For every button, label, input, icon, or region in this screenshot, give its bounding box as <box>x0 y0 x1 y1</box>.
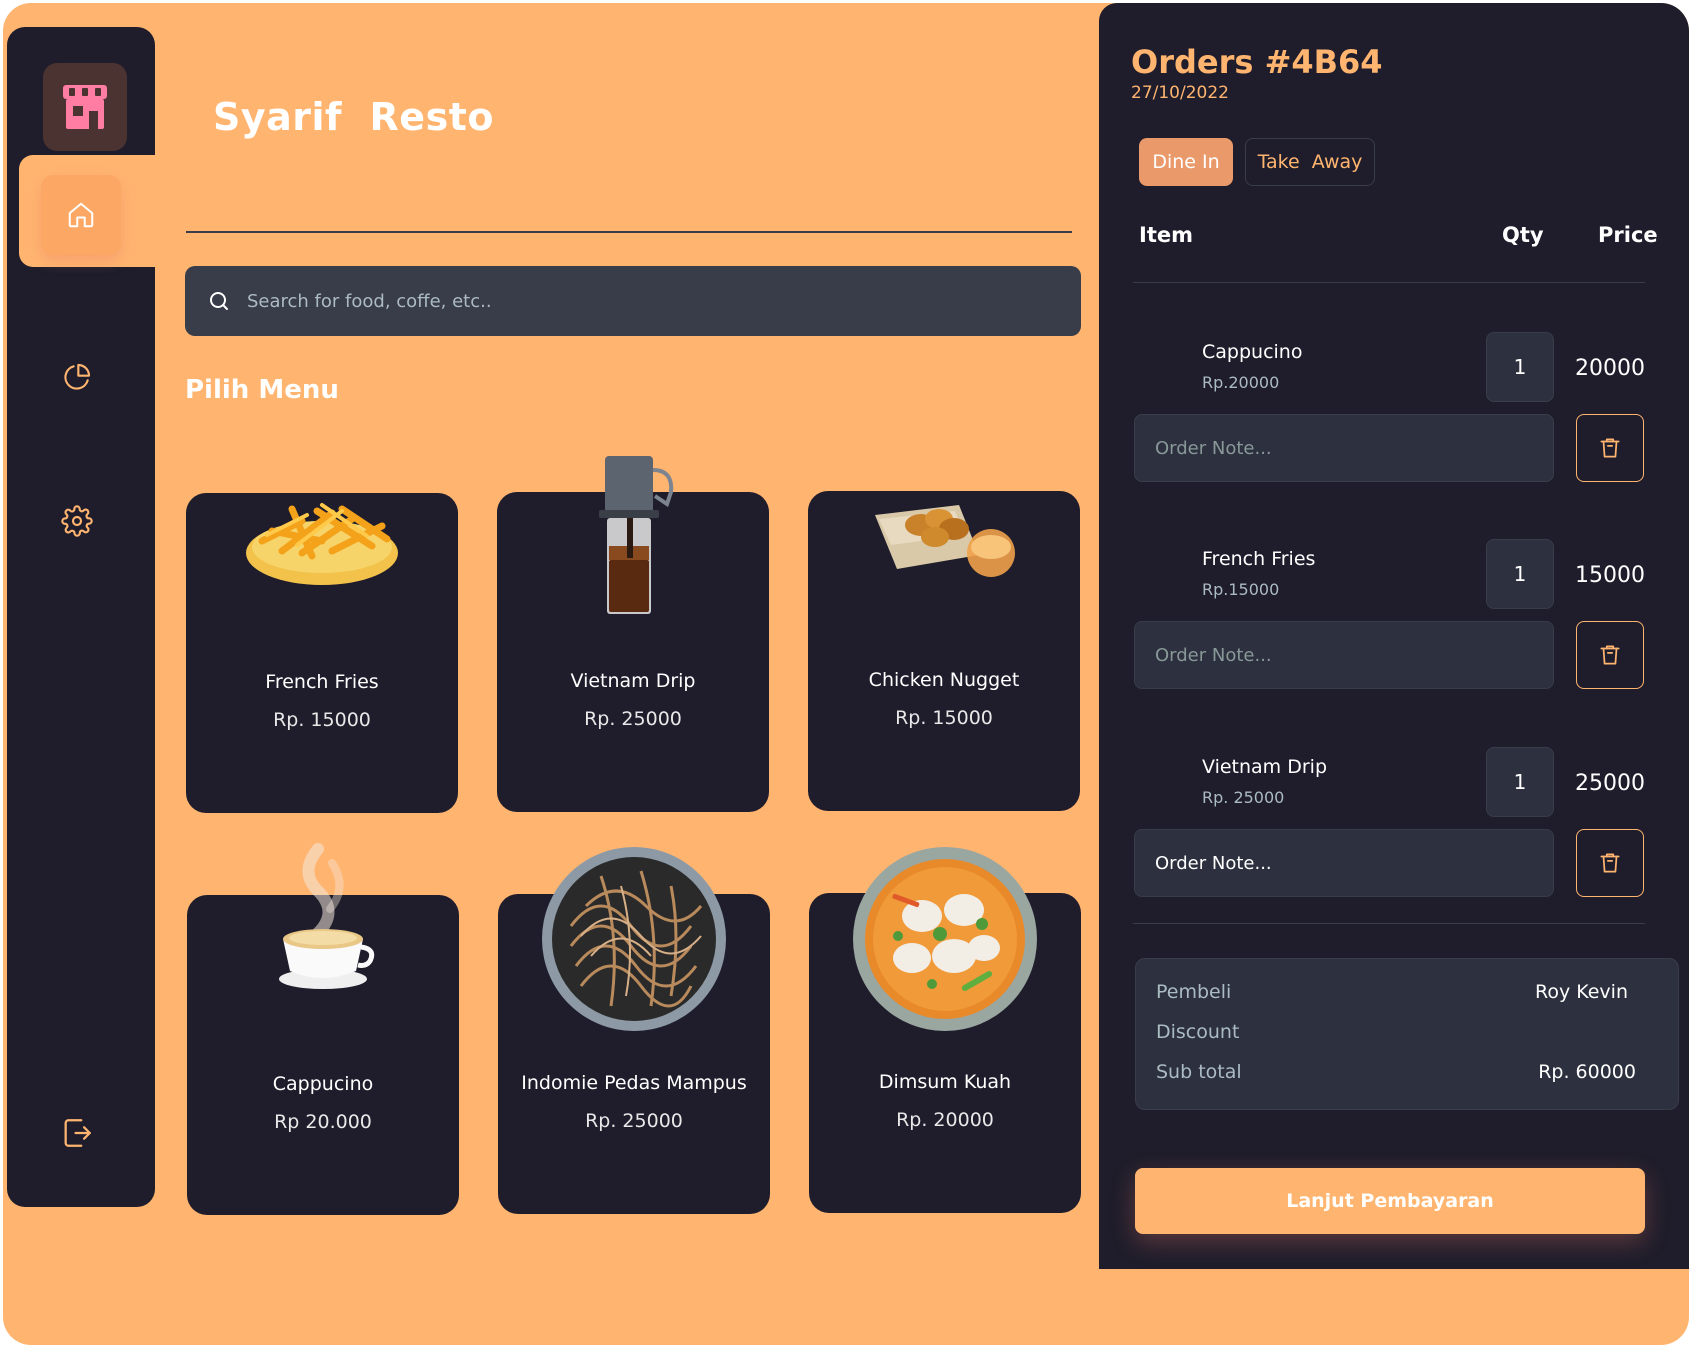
order-note-input[interactable] <box>1155 852 1533 874</box>
menu-item-price: Rp. 25000 <box>584 708 682 730</box>
menu-item-name: French Fries <box>265 671 379 693</box>
french-fries-image <box>242 491 402 591</box>
order-item-total: 20000 <box>1575 356 1645 381</box>
quantity-field[interactable]: 1 <box>1486 539 1554 609</box>
trash-icon <box>1600 853 1620 873</box>
logout-icon <box>64 1119 91 1147</box>
order-item-unit-price: Rp. 25000 <box>1202 788 1285 807</box>
buyer-label: Pembeli <box>1156 981 1232 1003</box>
search-icon <box>210 292 228 310</box>
search-bar[interactable] <box>185 266 1081 336</box>
chicken-nugget-image <box>869 495 1019 585</box>
dimsum-bowl-image <box>852 846 1038 1032</box>
order-item-total: 15000 <box>1575 563 1645 588</box>
buyer-name: Roy Kevin <box>1534 981 1628 1003</box>
app-canvas: Syarif Resto Pilih Menu <box>3 3 1689 1345</box>
orders-panel: Orders #4B64 27/10/2022 Dine In Take Awa… <box>1099 3 1689 1269</box>
app-title: Syarif Resto <box>213 95 494 139</box>
column-header-item: Item <box>1139 223 1193 247</box>
continue-payment-button[interactable]: Lanjut Pembayaran <box>1135 1168 1645 1234</box>
sidebar-item-logout[interactable] <box>53 1109 101 1157</box>
items-divider <box>1133 923 1645 924</box>
dashboard-icon <box>64 363 91 390</box>
settings-icon <box>61 505 93 537</box>
subtotal-label: Sub total <box>1156 1061 1242 1083</box>
cappucino-image <box>268 843 378 993</box>
sidebar-item-dashboard[interactable] <box>53 353 101 401</box>
order-item-name: Cappucino <box>1202 341 1303 363</box>
order-note-field[interactable] <box>1134 621 1554 689</box>
subtotal-value: Rp. 60000 <box>1538 1061 1636 1083</box>
menu-item-price: Rp. 15000 <box>273 709 371 731</box>
order-item-name: French Fries <box>1202 548 1316 570</box>
menu-item-name: Vietnam Drip <box>570 670 696 692</box>
menu-item-price: Rp. 20000 <box>896 1109 994 1131</box>
menu-card-dimsum-kuah[interactable]: Dimsum Kuah Rp. 20000 <box>809 847 1081 1213</box>
trash-icon <box>1600 645 1620 665</box>
order-item-unit-price: Rp.15000 <box>1202 580 1280 599</box>
dine-in-button[interactable]: Dine In <box>1139 138 1233 186</box>
order-item-name: Vietnam Drip <box>1202 756 1328 778</box>
order-note-field[interactable] <box>1134 414 1554 482</box>
discount-label: Discount <box>1156 1021 1240 1043</box>
menu-card-french-fries[interactable]: French Fries Rp. 15000 <box>186 493 458 813</box>
order-note-input[interactable] <box>1155 437 1533 459</box>
quantity-field[interactable]: 1 <box>1486 332 1554 402</box>
column-header-price: Price <box>1598 223 1658 247</box>
store-icon <box>63 85 107 129</box>
search-input[interactable] <box>247 290 1081 312</box>
trash-icon <box>1600 438 1620 458</box>
vietnam-drip-image <box>583 456 683 616</box>
menu-item-name: Cappucino <box>272 1073 374 1095</box>
column-header-qty: Qty <box>1502 223 1544 247</box>
delete-item-button[interactable] <box>1576 621 1644 689</box>
delete-item-button[interactable] <box>1576 414 1644 482</box>
order-summary: Pembeli Roy Kevin Discount Sub total Rp.… <box>1135 958 1679 1110</box>
menu-card-cappucino[interactable]: Cappucino Rp 20.000 <box>187 843 459 1215</box>
menu-section-title: Pilih Menu <box>185 375 339 405</box>
home-icon <box>68 202 94 228</box>
store-logo <box>43 63 127 151</box>
menu-item-price: Rp. 15000 <box>895 707 993 729</box>
header-divider <box>1133 282 1645 283</box>
noodle-bowl-image <box>541 846 727 1032</box>
menu-item-price: Rp. 25000 <box>585 1110 683 1132</box>
quantity-field[interactable]: 1 <box>1486 747 1554 817</box>
header-divider <box>186 231 1072 233</box>
menu-card-chicken-nugget[interactable]: Chicken Nugget Rp. 15000 <box>808 491 1080 811</box>
menu-item-price: Rp 20.000 <box>274 1111 372 1133</box>
order-note-input[interactable] <box>1155 644 1533 666</box>
menu-item-name: Indomie Pedas Mampus <box>521 1072 747 1094</box>
order-date: 27/10/2022 <box>1131 83 1229 103</box>
order-item-total: 25000 <box>1575 771 1645 796</box>
take-away-button[interactable]: Take Away <box>1245 138 1375 186</box>
order-item-unit-price: Rp.20000 <box>1202 373 1280 392</box>
sidebar-item-settings[interactable] <box>53 497 101 545</box>
order-title: Orders #4B64 <box>1131 43 1383 81</box>
menu-item-name: Chicken Nugget <box>868 669 1020 691</box>
menu-card-vietnam-drip[interactable]: Vietnam Drip Rp. 25000 <box>497 456 769 812</box>
order-note-field[interactable] <box>1134 829 1554 897</box>
sidebar-item-home[interactable] <box>41 175 121 255</box>
delete-item-button[interactable] <box>1576 829 1644 897</box>
menu-item-name: Dimsum Kuah <box>878 1071 1012 1093</box>
menu-card-indomie-pedas-mampus[interactable]: Indomie Pedas Mampus Rp. 25000 <box>498 847 770 1214</box>
